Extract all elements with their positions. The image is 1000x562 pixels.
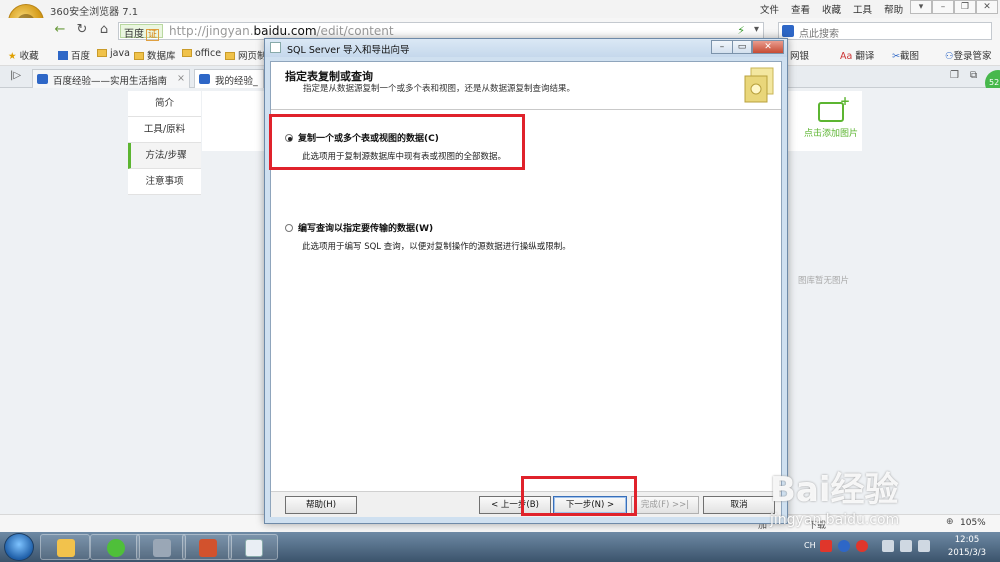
browser-menu: 文件 查看 收藏 工具 帮助 (760, 2, 915, 16)
app-title: 360安全浏览器 7.1 (50, 7, 139, 18)
search-engine-selector[interactable]: 百度证 (120, 24, 164, 41)
tools-icon (153, 539, 171, 557)
fav-baidu[interactable]: 百度 (58, 48, 90, 62)
taskbar-360-browser[interactable] (90, 534, 140, 560)
write-query-label[interactable]: 编写查询以指定要传输的数据(W) (298, 224, 433, 234)
menu-favorites[interactable]: 收藏 (822, 2, 841, 16)
dialog-maximize-button[interactable]: ▭ (732, 40, 752, 54)
restore-button[interactable]: ❐ (954, 0, 976, 14)
favorites-button[interactable]: ★ 收藏 (8, 48, 39, 62)
sql-import-export-wizard: SQL Server 导入和导出向导 – ▭ ✕ 指定表复制或查询 指定是从数据… (264, 38, 788, 524)
dialog-title: SQL Server 导入和导出向导 (287, 45, 410, 56)
tab-my-experience[interactable]: 我的经验_个 (194, 69, 264, 101)
clock-time: 12:05 (954, 535, 980, 545)
write-query-description: 此选项用于编写 SQL 查询，以便对复制操作的源数据进行操纵或限制。 (302, 242, 571, 252)
dropdown-icon[interactable]: ▾ (754, 24, 759, 35)
tab-close-icon[interactable]: × (177, 73, 185, 84)
watermark-url: jingyan.baidu.com (770, 512, 900, 528)
search-placeholder: 点此搜索 (799, 29, 839, 40)
menu-file[interactable]: 文件 (760, 2, 779, 16)
side-nav-intro[interactable]: 简介 (128, 91, 201, 117)
add-image-button[interactable]: 点击添加图片 (800, 94, 862, 150)
taskbar-document[interactable] (228, 534, 278, 560)
sogou-icon[interactable] (820, 540, 832, 552)
taskbar-sql-tool[interactable] (136, 534, 186, 560)
side-nav-steps[interactable]: 方法/步骤 (128, 143, 201, 169)
tab-list-icon[interactable]: ❐ (950, 70, 959, 81)
start-button[interactable] (4, 533, 34, 561)
minimize-button[interactable]: – (932, 0, 954, 14)
tab-jingyan-home[interactable]: 百度经验——实用生活指南 × (32, 69, 190, 88)
dialog-title-bar: SQL Server 导入和导出向导 – ▭ ✕ (265, 39, 787, 57)
baidu-icon (782, 25, 794, 37)
security-tray-icon[interactable] (856, 540, 868, 552)
highlight-next-box (521, 476, 637, 516)
baidu-watermark: Bai经验 (770, 470, 899, 510)
browser-title-bar: 360安全浏览器 7.1 文件 查看 收藏 工具 帮助 ▾ – ❐ ✕ (0, 0, 1000, 40)
fav-login-manager[interactable]: ⚇登录管家 (945, 48, 992, 62)
windows-taskbar: CH 12:05 2015/3/3 (0, 532, 1000, 562)
fav-translate[interactable]: Aa 翻译 (840, 48, 874, 62)
zoom-level[interactable]: 105% (960, 518, 986, 528)
clock[interactable]: 12:05 2015/3/3 (940, 534, 994, 560)
fav-java[interactable]: java (97, 48, 130, 59)
wizard-graphic-icon (744, 67, 774, 103)
wizard-subheading: 指定是从数据源复制一个或多个表和视图，还是从数据源复制查询结果。 (303, 84, 576, 94)
tab-label: 百度经验——实用生活指南 (53, 76, 168, 87)
home-icon[interactable]: ⌂ (96, 22, 112, 38)
help-button[interactable]: 帮助(H) (285, 496, 357, 514)
side-nav-notes[interactable]: 注意事项 (128, 169, 201, 195)
back-icon[interactable]: ← (52, 22, 68, 38)
highlight-option-box (269, 114, 525, 170)
fav-web[interactable]: 网页制 (225, 48, 267, 62)
dialog-minimize-button[interactable]: – (711, 40, 733, 54)
help-tray-icon[interactable] (838, 540, 850, 552)
menu-view[interactable]: 查看 (791, 2, 810, 16)
fav-database[interactable]: 数据库 (134, 48, 176, 62)
search-box[interactable]: 点此搜索 (778, 22, 992, 40)
baidu-tab-icon (199, 74, 210, 84)
menu-help[interactable]: 帮助 (884, 2, 903, 16)
option-write-query: 编写查询以指定要传输的数据(W) 此选项用于编写 SQL 查询，以便对复制操作的… (285, 221, 571, 252)
fav-screenshot[interactable]: ✂截图 (892, 48, 919, 62)
folder-icon (57, 539, 75, 557)
network-icon[interactable] (882, 540, 894, 552)
baidu-tab-icon (37, 74, 48, 84)
zoom-icon[interactable]: ⊕ (946, 517, 954, 527)
document-icon (245, 539, 263, 557)
language-indicator[interactable]: CH (804, 541, 816, 550)
powerpoint-icon (199, 539, 217, 557)
skin-icon[interactable]: ▾ (910, 0, 932, 14)
fav-bank[interactable]: 网银 (790, 48, 809, 62)
clock-date: 2015/3/3 (947, 548, 987, 558)
taskbar-explorer[interactable] (40, 534, 90, 560)
browser-icon (107, 539, 125, 557)
side-nav-tools[interactable]: 工具/原料 (128, 117, 201, 143)
signal-icon[interactable] (900, 540, 912, 552)
write-query-radio[interactable] (285, 224, 293, 232)
system-tray: CH 12:05 2015/3/3 (800, 532, 1000, 562)
volume-icon[interactable] (918, 540, 930, 552)
image-add-icon (818, 94, 850, 122)
lightning-icon[interactable]: ⚡ (737, 24, 745, 37)
cert-badge: 证 (146, 29, 160, 41)
wizard-header: 指定表复制或查询 指定是从数据源复制一个或多个表和视图，还是从数据源复制查询结果… (271, 62, 781, 110)
article-side-nav: 简介 工具/原料 方法/步骤 注意事项 (128, 91, 201, 195)
no-image-text: 图库暂无图片 (798, 276, 850, 286)
refresh-icon[interactable]: ↻ (74, 22, 90, 38)
url-text[interactable]: http://jingyan.baidu.com/edit/content (169, 24, 394, 38)
menu-tools[interactable]: 工具 (853, 2, 872, 16)
close-button[interactable]: ✕ (976, 0, 998, 14)
dialog-close-button[interactable]: ✕ (752, 40, 784, 54)
wizard-window-icon (270, 42, 281, 53)
fav-office[interactable]: office (182, 48, 221, 59)
new-window-icon[interactable]: ⧉ (970, 70, 977, 81)
sidebar-toggle-icon[interactable]: |▷ (10, 70, 21, 81)
cancel-button[interactable]: 取消 (703, 496, 775, 514)
finish-button[interactable]: 完成(F) >>| (631, 496, 699, 514)
taskbar-powerpoint[interactable] (182, 534, 232, 560)
